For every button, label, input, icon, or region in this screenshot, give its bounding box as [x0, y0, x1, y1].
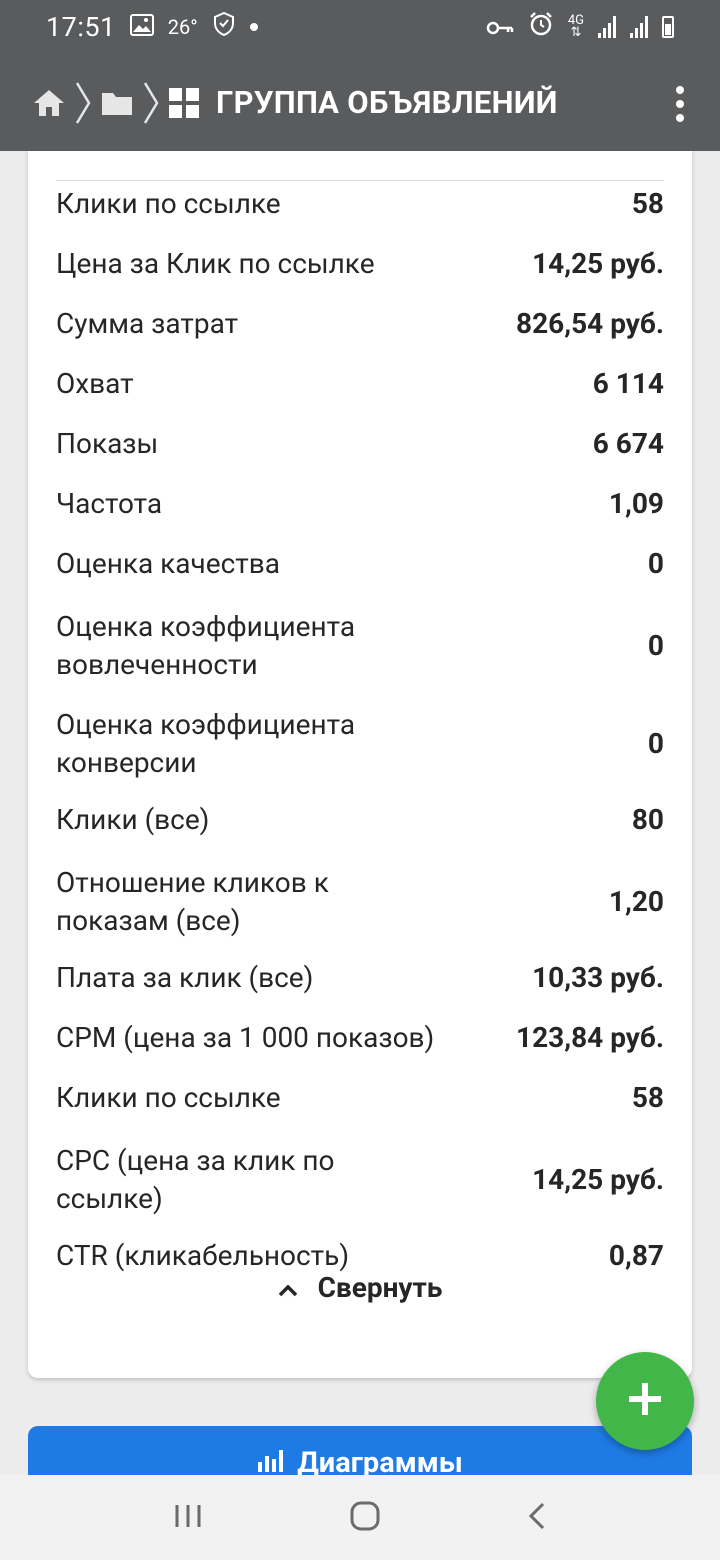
stat-value: 0: [647, 727, 664, 760]
more-options-icon[interactable]: [676, 86, 684, 122]
stat-row: Оценка коэффициента конверсии 0: [56, 703, 664, 785]
stat-label: Оценка коэффициента вовлеченности: [56, 610, 356, 681]
battery-icon: [662, 16, 674, 38]
stat-row: Клики по ссылке 58: [56, 1079, 664, 1117]
stat-label: Оценка качества: [56, 547, 280, 580]
home-nav-icon[interactable]: [349, 1500, 381, 1536]
stat-value: 80: [631, 803, 664, 836]
status-temp: 26°: [167, 15, 198, 39]
stat-value: 0,87: [608, 1239, 664, 1272]
stat-label: Охват: [56, 367, 134, 400]
stat-row: CPC (цена за клик по ссылке) 14,25 руб.: [56, 1139, 664, 1221]
stat-label: CTR (кликабельность): [56, 1239, 350, 1272]
stats-card: Клики по ссылке 58 Цена за Клик по ссылке 1…: [28, 151, 692, 1378]
folder-icon[interactable]: [100, 89, 134, 117]
stat-label: Оценка коэффициента конверсии: [56, 708, 356, 779]
stat-row: Оценка коэффициента вовлеченности 0: [56, 605, 664, 687]
page-title: ГРУППА ОБЪЯВЛЕНИЙ: [216, 84, 558, 121]
notification-dot-icon: [249, 23, 258, 31]
stat-label: Плата за клик (все): [56, 961, 314, 994]
charts-button[interactable]: Диаграммы: [28, 1426, 692, 1475]
key-icon: [486, 11, 514, 43]
stat-row: Отношение кликов к показам (все) 1,20: [56, 861, 664, 943]
network-label: 4G: [567, 13, 584, 28]
collapse-label: Свернуть: [317, 1271, 443, 1304]
stat-label: CPM (цена за 1 000 показов): [56, 1021, 435, 1054]
recent-apps-icon[interactable]: [173, 1503, 203, 1533]
shield-check-icon: [212, 11, 236, 44]
signal-2-icon: [630, 16, 648, 38]
grid-icon: [168, 87, 200, 119]
image-icon: [129, 11, 154, 43]
stat-label: Клики (все): [56, 803, 210, 836]
plus-icon: [625, 1379, 665, 1423]
stat-value: 1,20: [608, 885, 664, 918]
stat-value: 0: [647, 547, 664, 580]
stat-row: Клики (все) 80: [56, 801, 664, 839]
stat-value: 6 114: [592, 367, 664, 400]
stat-value: 0: [647, 629, 664, 662]
network-type: 4G ⇅: [567, 13, 584, 40]
system-nav-bar: [0, 1475, 720, 1560]
stat-row: Плата за клик (все) 10,33 руб.: [56, 959, 664, 997]
stat-value: 826,54 руб.: [516, 307, 664, 340]
signal-icon: [598, 16, 616, 38]
stat-row: Цена за Клик по ссылке 14,25 руб.: [56, 245, 664, 283]
stat-row: Охват 6 114: [56, 365, 664, 403]
stat-value: 58: [631, 187, 664, 220]
chevron-up-icon: [278, 1271, 298, 1304]
stat-row: Клики по ссылке 58: [56, 185, 664, 223]
stat-value: 123,84 руб.: [516, 1021, 664, 1054]
stat-row: Частота 1,09: [56, 485, 664, 523]
stat-value: 10,33 руб.: [532, 961, 664, 994]
stat-label: CPC (цена за клик по ссылке): [56, 1144, 335, 1215]
stat-label: Цена за Клик по ссылке: [56, 247, 375, 280]
breadcrumb-chevron-2-icon: [142, 81, 160, 125]
card-divider: [56, 180, 664, 181]
stat-label: Показы: [56, 427, 159, 460]
back-icon[interactable]: [527, 1501, 547, 1535]
status-bar: 17:51 26° 4G ⇅: [0, 0, 720, 54]
stat-label: Сумма затрат: [56, 307, 239, 340]
status-time: 17:51: [46, 11, 116, 43]
alarm-icon: [528, 11, 554, 44]
stat-value: 1,09: [608, 487, 664, 520]
stat-label: Клики по ссылке: [56, 1081, 281, 1114]
stat-value: 58: [631, 1081, 664, 1114]
add-button[interactable]: [596, 1352, 694, 1450]
bar-chart-icon: [257, 1446, 285, 1475]
stat-row: Показы 6 674: [56, 425, 664, 463]
charts-button-label: Диаграммы: [297, 1446, 463, 1475]
stat-row: CTR (кликабельность) 0,87: [56, 1237, 664, 1275]
stat-row: Сумма затрат 826,54 руб.: [56, 305, 664, 343]
stat-value: 14,25 руб.: [532, 1163, 664, 1196]
stat-row: CPM (цена за 1 000 показов) 123,84 руб.: [56, 1019, 664, 1057]
stat-row: Оценка качества 0: [56, 545, 664, 583]
status-left: 17:51 26°: [46, 11, 258, 44]
content-area[interactable]: Клики по ссылке 58 Цена за Клик по ссылке 1…: [0, 151, 720, 1475]
status-right: 4G ⇅: [486, 11, 674, 44]
breadcrumb-chevron-icon: [74, 81, 92, 125]
collapse-button[interactable]: Свернуть: [28, 1271, 692, 1304]
stat-label: Отношение кликов к показам (все): [56, 866, 329, 937]
stat-label: Клики по ссылке: [56, 187, 281, 220]
stat-value: 14,25 руб.: [532, 247, 664, 280]
stat-label: Частота: [56, 487, 163, 520]
stat-value: 6 674: [592, 427, 664, 460]
app-bar: ГРУППА ОБЪЯВЛЕНИЙ: [0, 54, 720, 151]
home-icon[interactable]: [32, 88, 66, 118]
